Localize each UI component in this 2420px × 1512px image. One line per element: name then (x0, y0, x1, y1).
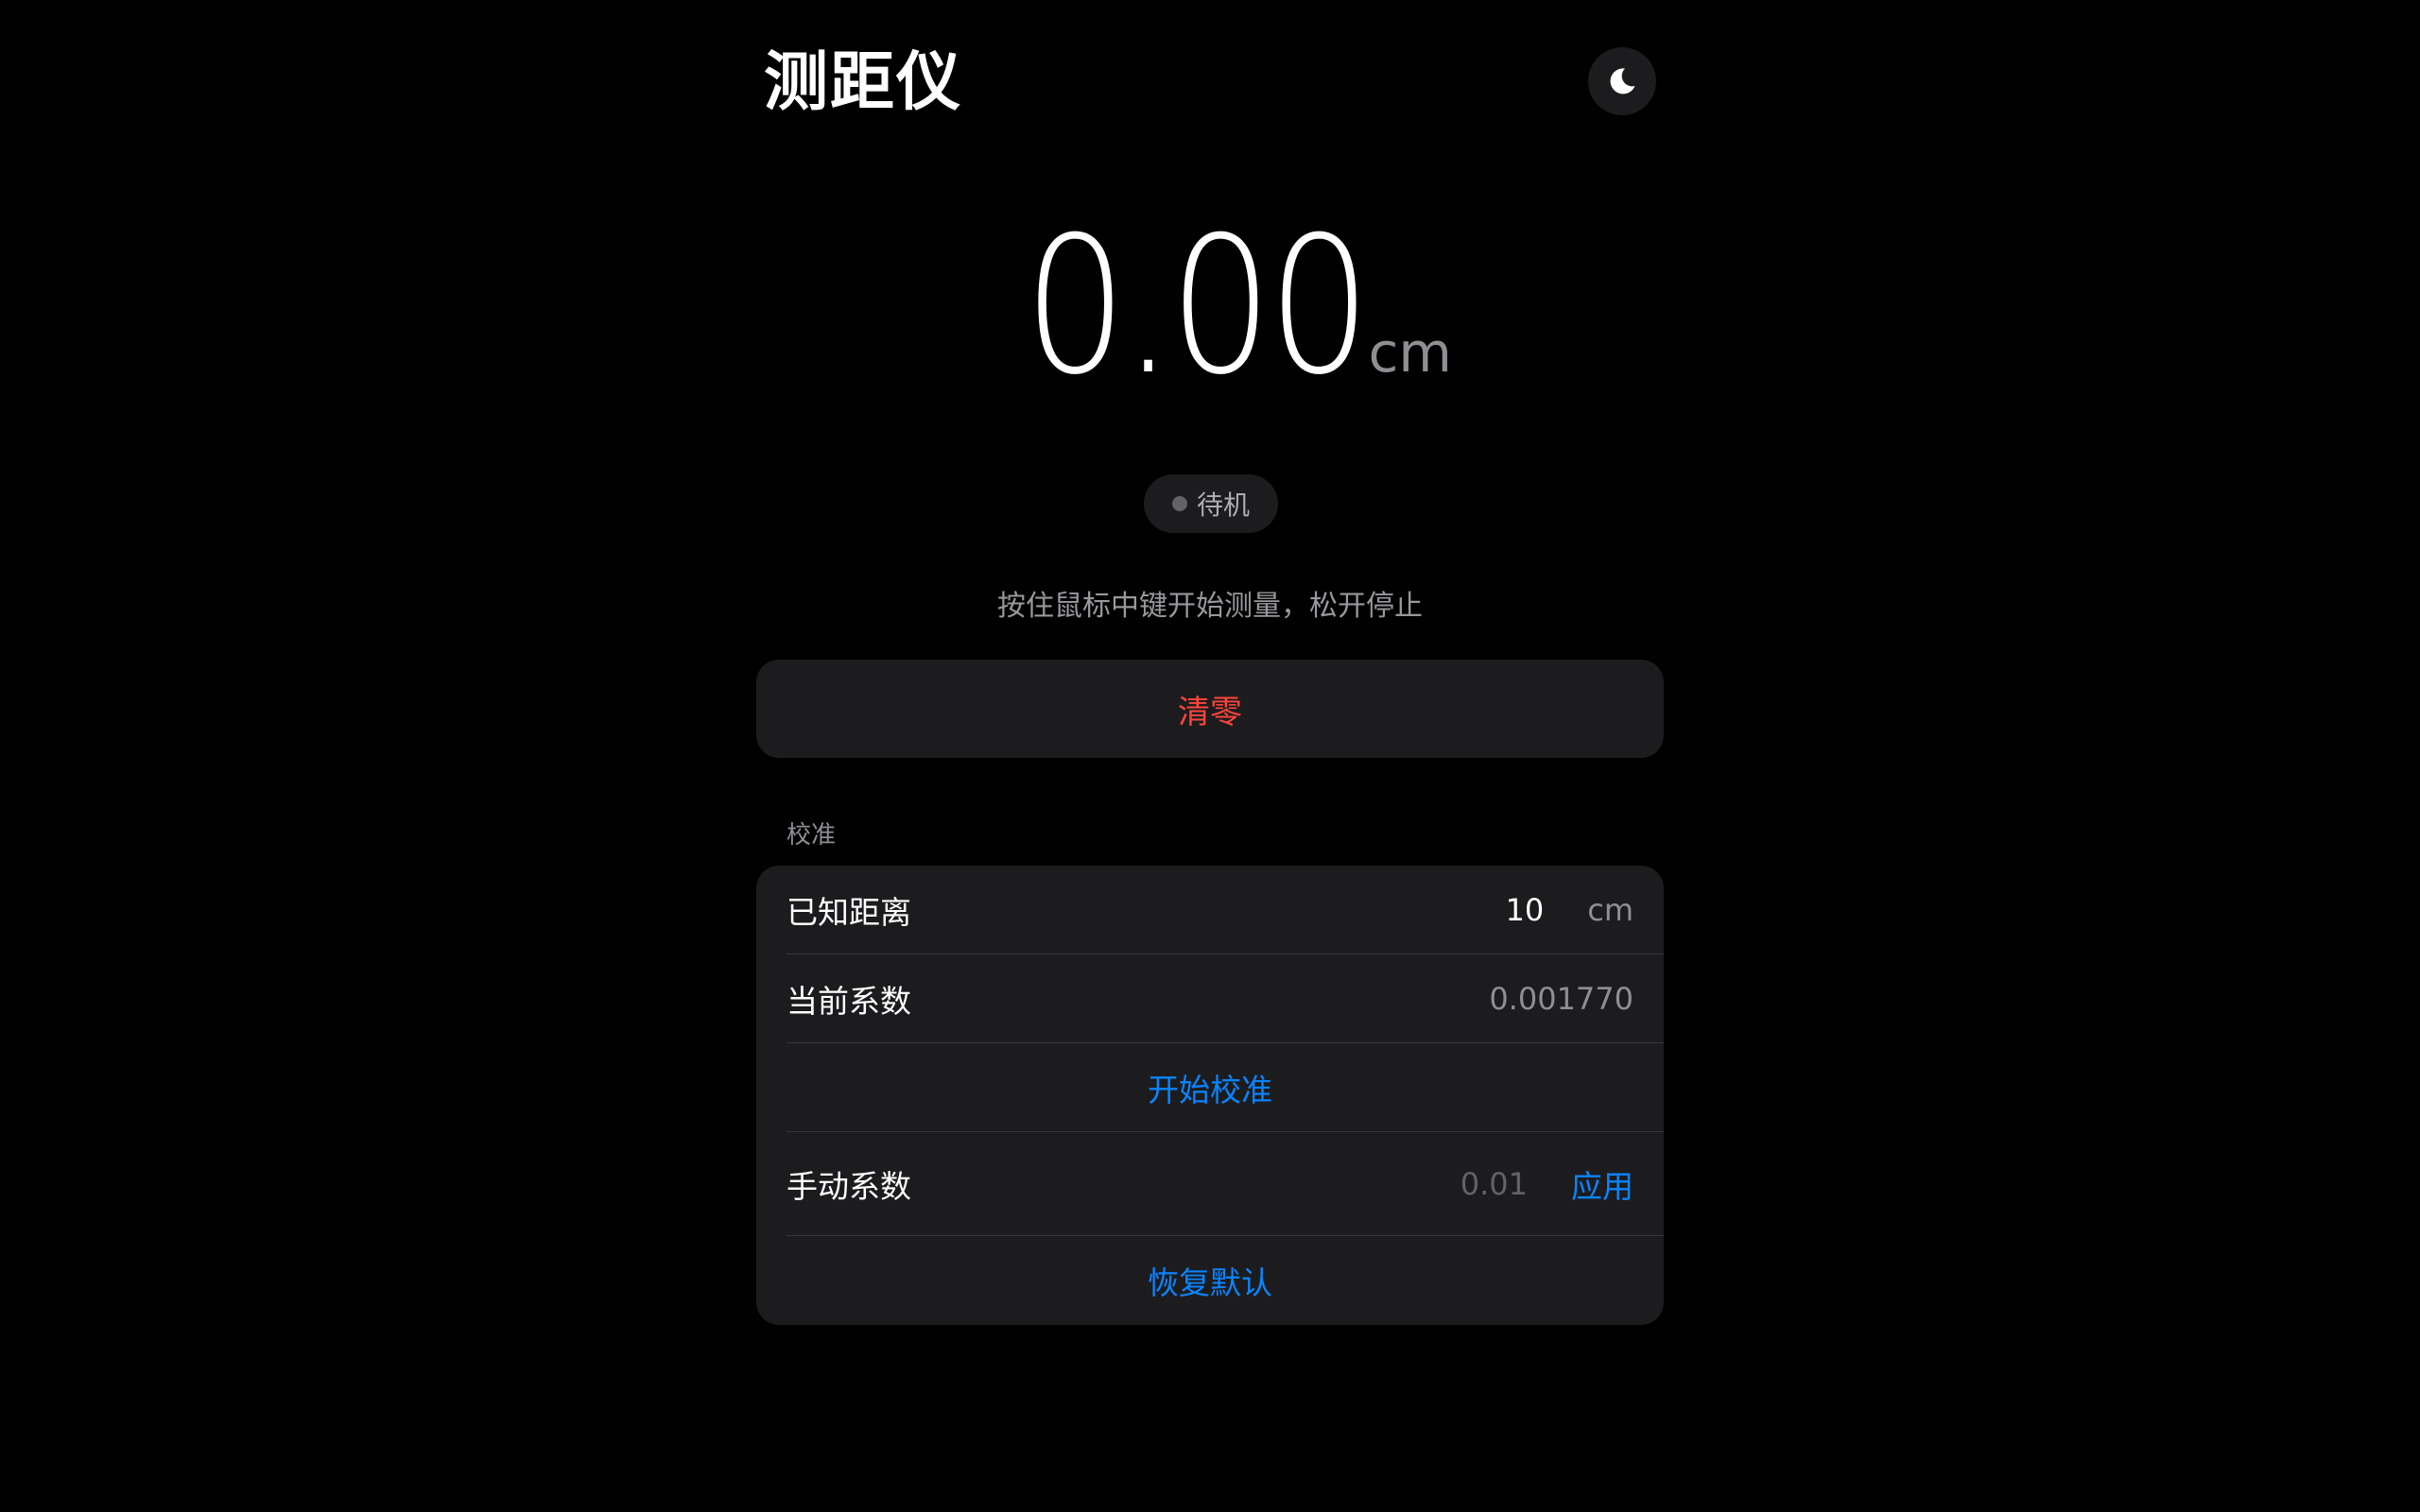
distance-value: 0.00 (1024, 197, 1371, 417)
start-calibration-button[interactable]: 开始校准 (786, 1043, 1664, 1132)
status-badge: 待机 (1144, 474, 1278, 533)
page-title: 测距仪 (764, 45, 963, 120)
theme-toggle-button[interactable] (1588, 47, 1656, 115)
distance-unit: cm (1368, 320, 1452, 385)
rangefinder-page: 测距仪 0.00 cm 待机 按住鼠标中键开始测量，松开停止 清零 校准 已知距… (756, 0, 1664, 1512)
known-distance-row: 已知距离 cm (786, 866, 1664, 954)
known-distance-unit: cm (1587, 892, 1634, 928)
clear-button[interactable]: 清零 (756, 660, 1664, 758)
current-factor-row: 当前系数 0.001770 (786, 954, 1664, 1043)
current-factor-value: 0.001770 (1489, 981, 1634, 1017)
calibration-card: 已知距离 cm 当前系数 0.001770 开始校准 手动系数 应用 恢复默认 (756, 866, 1664, 1325)
apply-button[interactable]: 应用 (1571, 1161, 1634, 1207)
known-distance-input[interactable] (1430, 892, 1545, 928)
status-text: 待机 (1196, 490, 1250, 521)
current-factor-label: 当前系数 (786, 983, 911, 1020)
manual-factor-row: 手动系数 应用 (786, 1132, 1664, 1236)
moon-icon (1610, 68, 1635, 94)
status-dot-icon (1171, 496, 1187, 511)
calibration-section-label: 校准 (786, 821, 837, 850)
manual-factor-input[interactable] (1414, 1166, 1528, 1202)
distance-reading: 0.00 cm (756, 203, 1664, 411)
manual-factor-label: 手动系数 (786, 1168, 911, 1205)
known-distance-label: 已知距离 (786, 894, 911, 931)
restore-default-button[interactable]: 恢复默认 (786, 1236, 1664, 1325)
usage-hint: 按住鼠标中键开始测量，松开停止 (997, 590, 1423, 623)
